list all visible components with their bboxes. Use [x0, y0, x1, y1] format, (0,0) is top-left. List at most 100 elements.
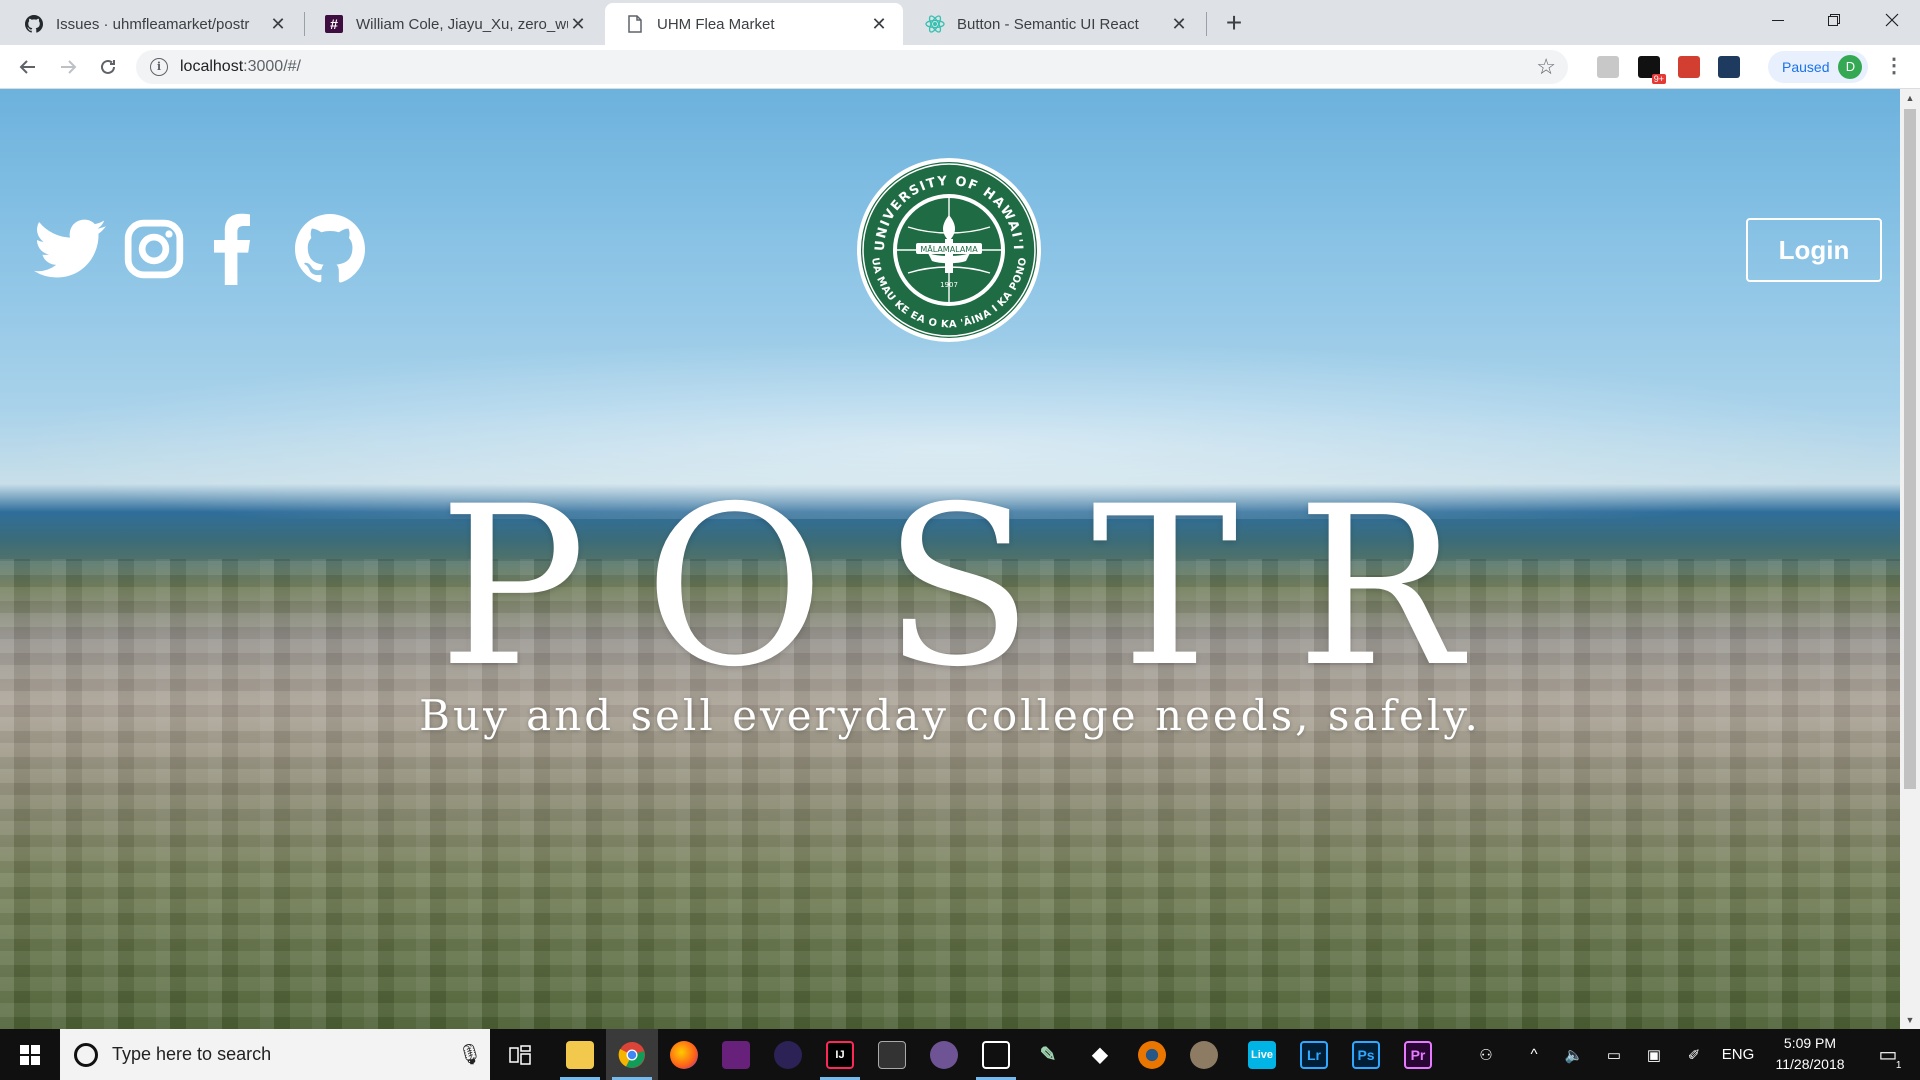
browser-toolbar: i localhost:3000/#/ ☆ 9+ Paused D ⋮: [0, 45, 1920, 89]
tab-issues[interactable]: Issues · uhmfleamarket/postr ✕: [4, 3, 302, 45]
file-explorer-icon[interactable]: [554, 1029, 606, 1080]
twitter-icon: [34, 219, 106, 278]
close-icon[interactable]: ✕: [869, 14, 889, 34]
intellij-icon[interactable]: IJ: [814, 1029, 866, 1080]
extension-icon[interactable]: [1718, 56, 1740, 78]
unity-icon[interactable]: ◆: [1074, 1029, 1126, 1080]
language-indicator[interactable]: ENG: [1718, 1029, 1758, 1080]
minimize-button[interactable]: [1750, 0, 1806, 40]
scroll-down-icon[interactable]: ▼: [1900, 1011, 1920, 1029]
avatar: D: [1838, 55, 1863, 79]
svg-text:1907: 1907: [940, 281, 958, 289]
back-button[interactable]: [14, 53, 42, 81]
chevron-up-icon[interactable]: ^: [1516, 1029, 1552, 1080]
task-view-icon[interactable]: [494, 1029, 546, 1080]
tab-title: Button - Semantic UI React: [957, 15, 1139, 33]
taskbar-search-input[interactable]: Type here to search 🎙: [60, 1029, 490, 1080]
tab-title: UHM Flea Market: [657, 15, 775, 33]
scrollbar-thumb[interactable]: [1904, 109, 1916, 789]
minimize-icon: [1772, 19, 1784, 21]
premiere-icon[interactable]: Pr: [1392, 1029, 1444, 1080]
gimp-icon[interactable]: [1178, 1029, 1230, 1080]
live-icon[interactable]: Live: [1236, 1029, 1288, 1080]
people-icon[interactable]: ⚇: [1466, 1029, 1506, 1080]
forward-arrow-icon: [61, 60, 77, 74]
battery-icon[interactable]: ▭: [1596, 1029, 1632, 1080]
visual-studio-icon[interactable]: [710, 1029, 762, 1080]
close-icon[interactable]: ✕: [568, 14, 588, 34]
pen-icon[interactable]: ✐: [1676, 1029, 1712, 1080]
tab-slack[interactable]: # William Cole, Jiayu_Xu, zero_wu, ... ✕: [304, 3, 602, 45]
terminal-icon[interactable]: [866, 1029, 918, 1080]
profile-button[interactable]: Paused D: [1768, 51, 1868, 83]
tab-semantic-ui[interactable]: Button - Semantic UI React ✕: [905, 3, 1203, 45]
facebook-icon: [214, 213, 250, 285]
close-window-button[interactable]: [1864, 0, 1920, 40]
vertical-scrollbar[interactable]: ▲ ▼: [1900, 89, 1920, 1029]
clock-date: 11/28/2018: [1775, 1056, 1845, 1072]
chrome-icon[interactable]: [606, 1029, 658, 1080]
github-icon: [24, 14, 44, 34]
page-icon: [625, 14, 645, 34]
reload-icon: [101, 59, 115, 74]
forward-button[interactable]: [54, 53, 82, 81]
react-icon: [925, 14, 945, 34]
github-link[interactable]: [292, 211, 368, 287]
tab-title: William Cole, Jiayu_Xu, zero_wu, ...: [356, 15, 568, 33]
extension-badge: 9+: [1651, 74, 1666, 84]
search-placeholder: Type here to search: [112, 1044, 272, 1064]
facebook-link[interactable]: [194, 211, 270, 287]
lightroom-icon[interactable]: Lr: [1288, 1029, 1340, 1080]
scroll-up-icon[interactable]: ▲: [1900, 89, 1920, 107]
eclipse-icon[interactable]: [762, 1029, 814, 1080]
browser-menu-icon[interactable]: ⋮: [1882, 55, 1906, 79]
hero-title: POSTR: [438, 459, 1520, 715]
close-icon[interactable]: ✕: [268, 14, 288, 34]
restore-button[interactable]: [1806, 0, 1862, 40]
eclipse-ide-icon[interactable]: [970, 1029, 1022, 1080]
notification-center-icon[interactable]: ▭ 1: [1866, 1029, 1910, 1080]
blender-icon[interactable]: [1126, 1029, 1178, 1080]
profile-status: Paused: [1782, 59, 1830, 75]
login-button[interactable]: Login: [1746, 218, 1882, 282]
back-arrow-icon: [19, 60, 35, 74]
extension-icon[interactable]: [1678, 56, 1700, 78]
tab-divider: [1206, 12, 1207, 36]
inkscape-icon[interactable]: ✎: [1022, 1029, 1074, 1080]
network-icon[interactable]: ▣: [1636, 1029, 1672, 1080]
system-clock[interactable]: 5:09 PM 11/28/2018: [1760, 1033, 1860, 1075]
cortana-icon: [74, 1042, 98, 1067]
github-icon: [295, 214, 365, 283]
windows-taskbar: Type here to search 🎙 IJ ✎ ◆ Live Lr Ps …: [0, 1029, 1920, 1080]
url-text: localhost:3000/#/: [180, 58, 301, 75]
instagram-link[interactable]: [116, 211, 192, 287]
notification-count: 1: [1895, 1060, 1902, 1071]
university-seal-logo[interactable]: 1907 UNIVERSITY OF HAWAI'I UA MAU KE EA …: [856, 157, 1042, 343]
reload-button[interactable]: [94, 53, 122, 81]
address-bar[interactable]: i localhost:3000/#/ ☆: [136, 50, 1568, 84]
extension-badge-icon[interactable]: 9+: [1638, 56, 1666, 84]
new-tab-button[interactable]: +: [1218, 8, 1250, 40]
hero-tagline: Buy and sell everyday college needs, saf…: [419, 691, 1481, 740]
site-info-icon[interactable]: i: [150, 58, 168, 76]
microphone-icon[interactable]: 🎙: [450, 1042, 490, 1067]
close-icon[interactable]: ✕: [1169, 14, 1189, 34]
restore-icon: [1828, 14, 1840, 26]
extension-icon[interactable]: [1597, 56, 1619, 78]
browser-tab-strip: Issues · uhmfleamarket/postr ✕ # William…: [0, 0, 1920, 45]
twitter-link[interactable]: [32, 211, 108, 287]
bookmark-star-icon[interactable]: ☆: [1536, 56, 1556, 78]
photoshop-icon[interactable]: Ps: [1340, 1029, 1392, 1080]
close-icon: [1885, 13, 1899, 27]
volume-icon[interactable]: 🔈: [1556, 1029, 1592, 1080]
windows-logo-icon: [20, 1044, 40, 1065]
start-button[interactable]: [0, 1029, 60, 1080]
tab-uhm-flea-market[interactable]: UHM Flea Market ✕: [605, 3, 903, 45]
slack-hash-icon: #: [324, 14, 344, 34]
clock-time: 5:09 PM: [1783, 1035, 1837, 1051]
firefox-icon[interactable]: [658, 1029, 710, 1080]
tab-title: Issues · uhmfleamarket/postr: [56, 15, 250, 33]
github-desktop-icon[interactable]: [918, 1029, 970, 1080]
page-viewport: 1907 UNIVERSITY OF HAWAI'I UA MAU KE EA …: [0, 89, 1900, 1029]
svg-text:MĀLAMALAMA: MĀLAMALAMA: [920, 244, 978, 254]
